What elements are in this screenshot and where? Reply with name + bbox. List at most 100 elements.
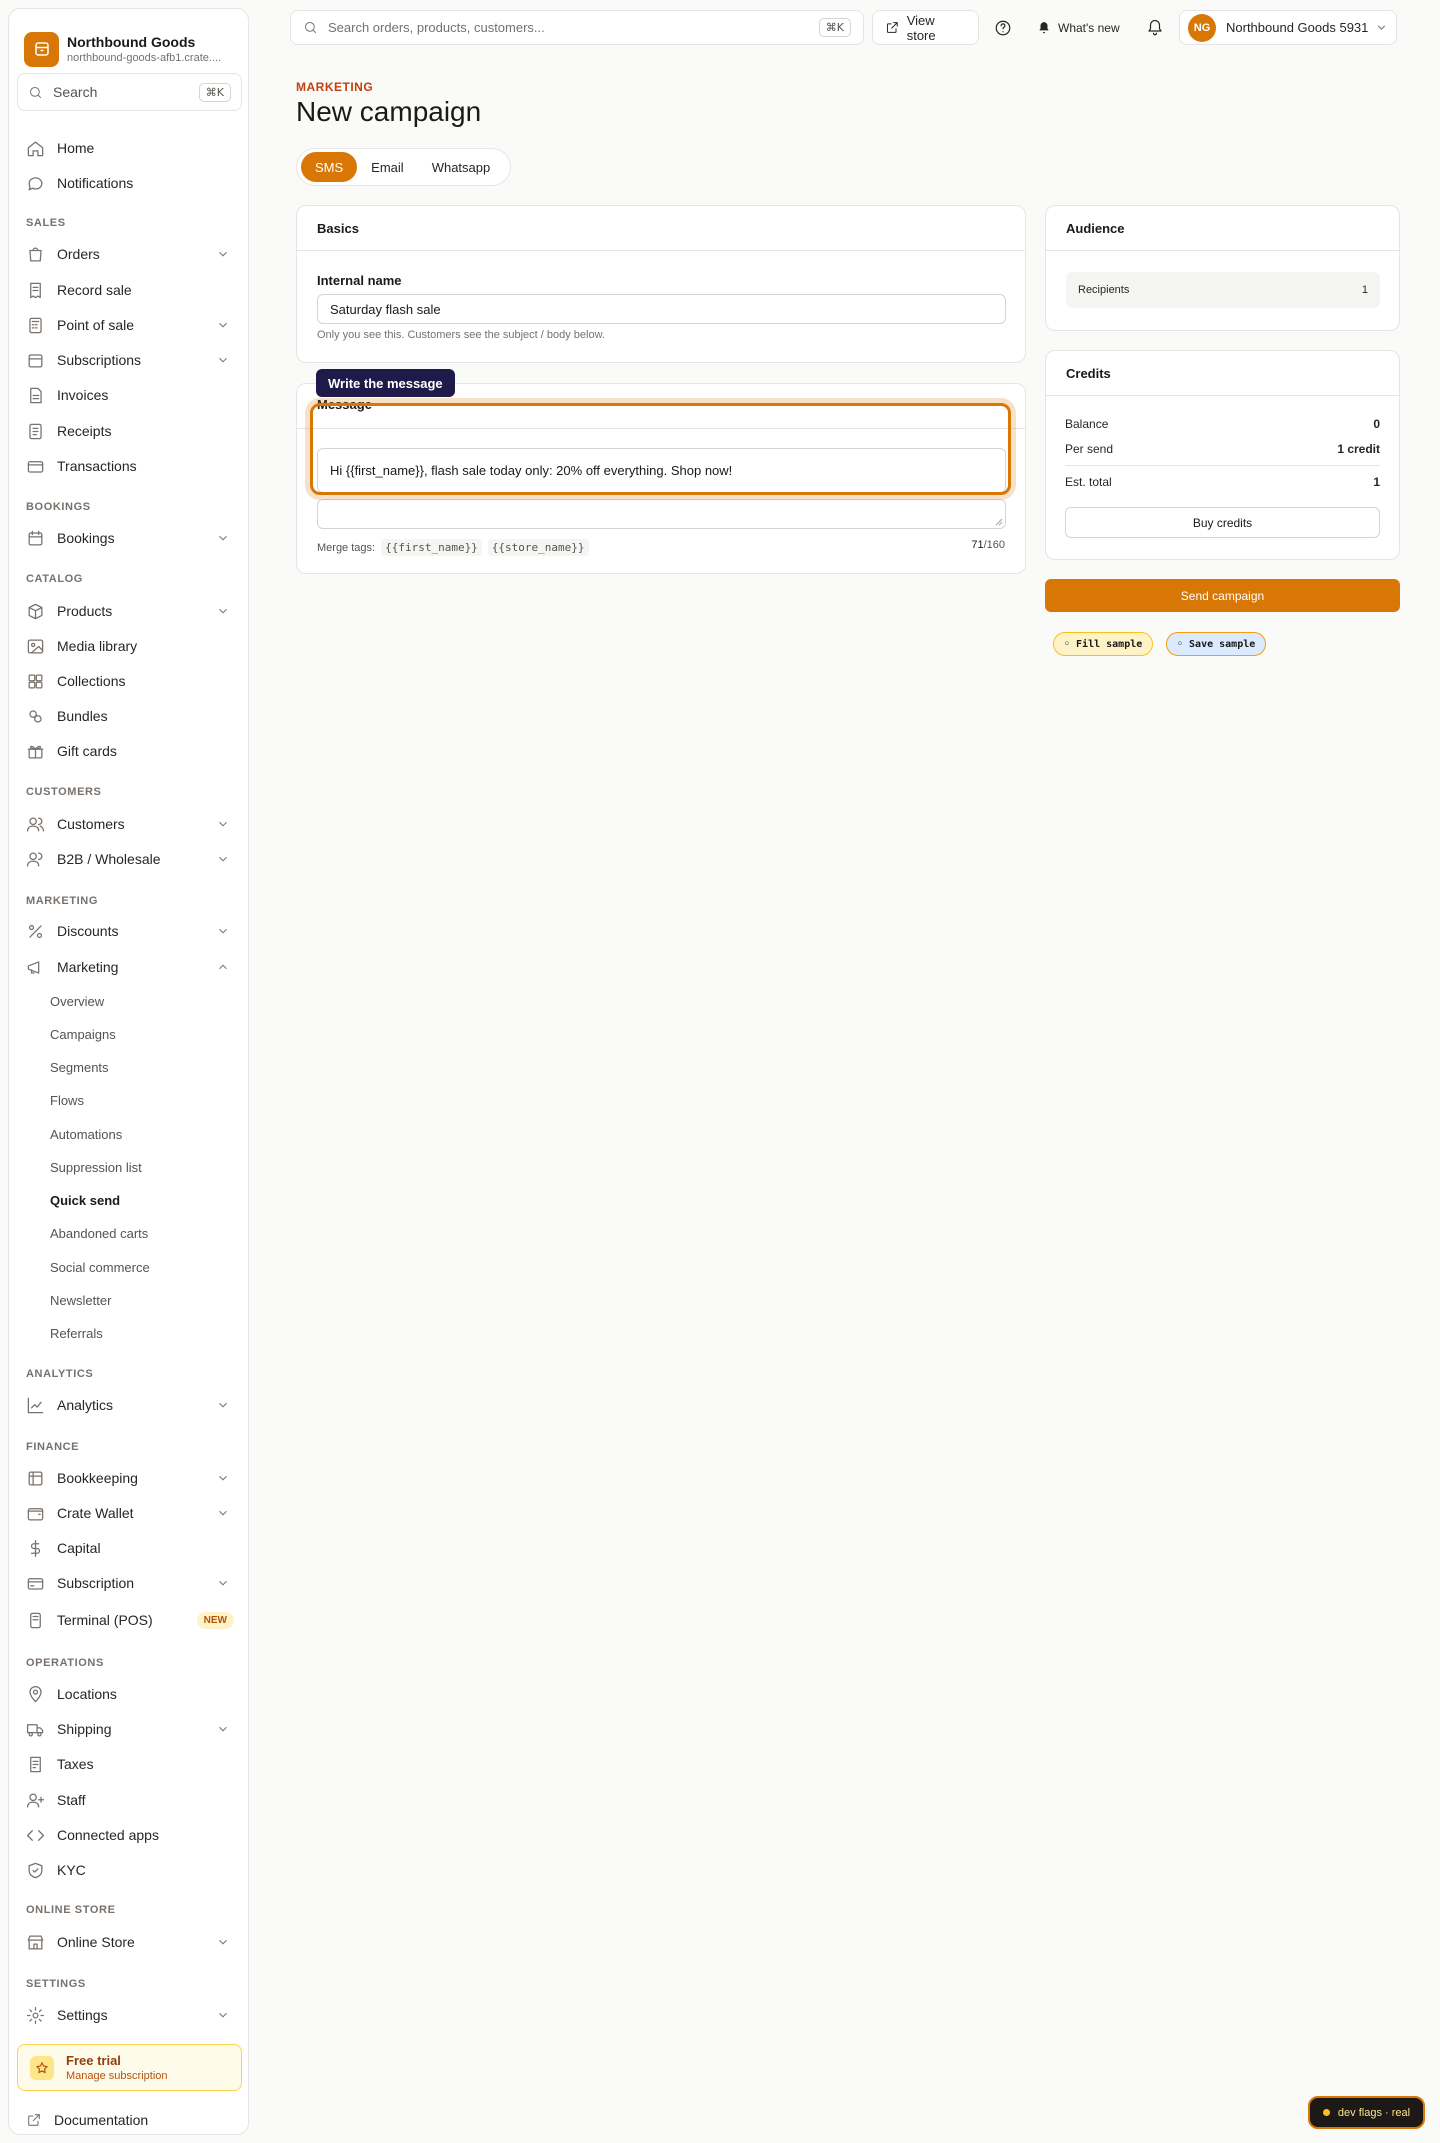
sidebar-item-analytics[interactable]: Analytics [26, 1390, 238, 1420]
chevron-down-icon [1377, 25, 1386, 30]
sidebar-item-bookkeeping[interactable]: Bookkeeping [26, 1463, 238, 1493]
sidebar-item-taxes[interactable]: Taxes [26, 1749, 238, 1779]
merge-tag-first-name[interactable]: {{first_name}} [381, 539, 482, 556]
sidebar-item-point-of-sale[interactable]: Point of sale [26, 310, 238, 340]
sidebar-item-collections[interactable]: Collections [26, 666, 238, 696]
sidebar-subitem-referrals[interactable]: Referrals [50, 1321, 103, 1345]
sidebar-subitem-social-commerce[interactable]: Social commerce [50, 1255, 150, 1279]
tutorial-tooltip: Write the message [316, 369, 455, 397]
sidebar-item-gift-cards[interactable]: Gift cards [26, 736, 238, 766]
sidebar-item-kyc[interactable]: KYC [26, 1855, 238, 1885]
sidebar-item-label: Orders [57, 246, 100, 262]
account-menu[interactable]: NG Northbound Goods 5931 [1179, 10, 1397, 45]
tab-whatsapp[interactable]: Whatsapp [418, 152, 505, 182]
image-icon [27, 639, 44, 653]
sidebar-item-subscriptions[interactable]: Subscriptions [26, 345, 238, 375]
sidebar-item-label: Shipping [57, 1721, 112, 1737]
tab-email[interactable]: Email [357, 152, 418, 182]
fill-sample-button[interactable]: ◦ Fill sample [1053, 632, 1154, 656]
basics-card: Basics Internal name Saturday flash sale… [296, 205, 1026, 363]
sidebar-item-bookings[interactable]: Bookings [26, 523, 238, 553]
star-icon [30, 2055, 54, 2080]
sidebar-item-notifications[interactable]: Notifications [26, 168, 238, 198]
line-chart-icon [27, 1397, 44, 1413]
sidebar-item-capital[interactable]: Capital [26, 1533, 238, 1563]
sidebar-item-staff[interactable]: Staff [26, 1785, 238, 1815]
sidebar-subitem-quick-send[interactable]: Quick send [50, 1188, 120, 1212]
sidebar-subitem-campaigns[interactable]: Campaigns [50, 1022, 116, 1046]
sidebar-subitem-segments[interactable]: Segments [50, 1055, 109, 1079]
receipt-icon [29, 423, 42, 439]
sidebar-item-receipts[interactable]: Receipts [26, 416, 238, 446]
sidebar-subitem-flows[interactable]: Flows [50, 1088, 84, 1112]
sidebar-item-customers[interactable]: Customers [26, 809, 238, 839]
sidebar-item-bundles[interactable]: Bundles [26, 701, 238, 731]
sidebar-item-record-sale[interactable]: Record sale [26, 275, 238, 305]
sidebar-item-label: Transactions [57, 458, 137, 474]
message-input[interactable]: Hi {{first_name}}, flash sale today only… [317, 448, 1006, 493]
free-trial-banner[interactable]: Free trial Manage subscription [17, 2044, 242, 2091]
sidebar-item-label: Staff [57, 1792, 86, 1808]
sidebar-item-b2b[interactable]: B2B / Wholesale [26, 844, 238, 874]
sidebar-item-label: Discounts [57, 923, 119, 939]
sidebar-item-online-store[interactable]: Online Store [26, 1927, 238, 1957]
sidebar-item-transactions[interactable]: Transactions [26, 451, 238, 481]
sidebar-subitem-abandoned-carts[interactable]: Abandoned carts [50, 1221, 148, 1245]
sidebar-item-label: Collections [57, 673, 126, 689]
buy-credits-button[interactable]: Buy credits [1065, 507, 1380, 538]
sidebar-subitem-suppression-list[interactable]: Suppression list [50, 1155, 142, 1179]
notifications-button[interactable] [1144, 10, 1166, 45]
document-icon [30, 387, 42, 403]
view-store-button[interactable]: View store [872, 10, 979, 45]
sidebar-subitem-overview[interactable]: Overview [50, 989, 104, 1013]
character-counter: 71/160 [971, 539, 1005, 551]
merge-tag-store-name[interactable]: {{store_name}} [487, 539, 589, 556]
avatar: NG [1188, 13, 1216, 42]
whats-new-button[interactable]: What's new [1037, 10, 1123, 45]
wallet-icon [27, 1507, 44, 1520]
brand[interactable]: Northbound Goods northbound-goods-afb1.c… [24, 24, 239, 74]
sidebar-item-invoices[interactable]: Invoices [26, 380, 238, 410]
est-total-value: 1 [1373, 475, 1380, 489]
sidebar-item-label: Customers [57, 816, 125, 832]
sidebar-item-crate-wallet[interactable]: Crate Wallet [26, 1498, 238, 1528]
chevron-down-icon [219, 2012, 227, 2018]
sidebar-item-home[interactable]: Home [26, 133, 238, 163]
sidebar-item-label: Point of sale [57, 317, 135, 333]
internal-name-input[interactable]: Saturday flash sale [317, 294, 1006, 324]
message-textarea[interactable] [317, 499, 1006, 529]
sidebar-item-label: Notifications [57, 175, 134, 191]
dev-flags-badge[interactable]: dev flags · real [1308, 2096, 1425, 2129]
global-search-input[interactable]: Search orders, products, customers... ⌘K [290, 10, 864, 45]
sidebar-item-locations[interactable]: Locations [26, 1679, 238, 1709]
sidebar-item-products[interactable]: Products [26, 596, 238, 626]
dollar-icon [30, 1539, 41, 1557]
sidebar-item-subscription[interactable]: Subscription [26, 1568, 238, 1598]
sidebar-item-settings[interactable]: Settings [26, 2000, 238, 2030]
sidebar-subitem-newsletter[interactable]: Newsletter [50, 1288, 111, 1312]
save-sample-button[interactable]: ◦ Save sample [1166, 632, 1267, 656]
bell-filled-icon [1039, 21, 1049, 33]
message-heading: Message [317, 397, 372, 412]
sidebar-item-orders[interactable]: Orders [26, 239, 238, 269]
section-analytics: ANALYTICS [26, 1368, 94, 1380]
sidebar-item-terminal[interactable]: Terminal (POS) NEW [26, 1605, 238, 1635]
sidebar-search[interactable]: Search ⌘K [17, 73, 242, 111]
status-dot-icon [1322, 2109, 1330, 2116]
sidebar-item-label: Documentation [54, 2112, 149, 2128]
sidebar-item-shipping[interactable]: Shipping [26, 1714, 238, 1744]
bundle-icon [29, 709, 42, 723]
sidebar-item-discounts[interactable]: Discounts [26, 916, 238, 946]
sidebar-subitem-automations[interactable]: Automations [50, 1122, 122, 1146]
manage-subscription-link[interactable]: Manage subscription [66, 2070, 168, 2082]
send-campaign-button[interactable]: Send campaign [1045, 579, 1400, 612]
help-button[interactable] [993, 10, 1013, 45]
sidebar-item-connected-apps[interactable]: Connected apps [26, 1820, 238, 1850]
sidebar-item-marketing[interactable]: Marketing [26, 952, 238, 982]
sidebar-item-documentation[interactable]: Documentation [26, 2105, 238, 2135]
sidebar-item-media-library[interactable]: Media library [26, 631, 238, 661]
trial-title: Free trial [66, 2053, 121, 2068]
tab-sms[interactable]: SMS [301, 152, 358, 182]
section-sales: SALES [26, 217, 66, 229]
sidebar-item-label: Record sale [57, 282, 132, 298]
